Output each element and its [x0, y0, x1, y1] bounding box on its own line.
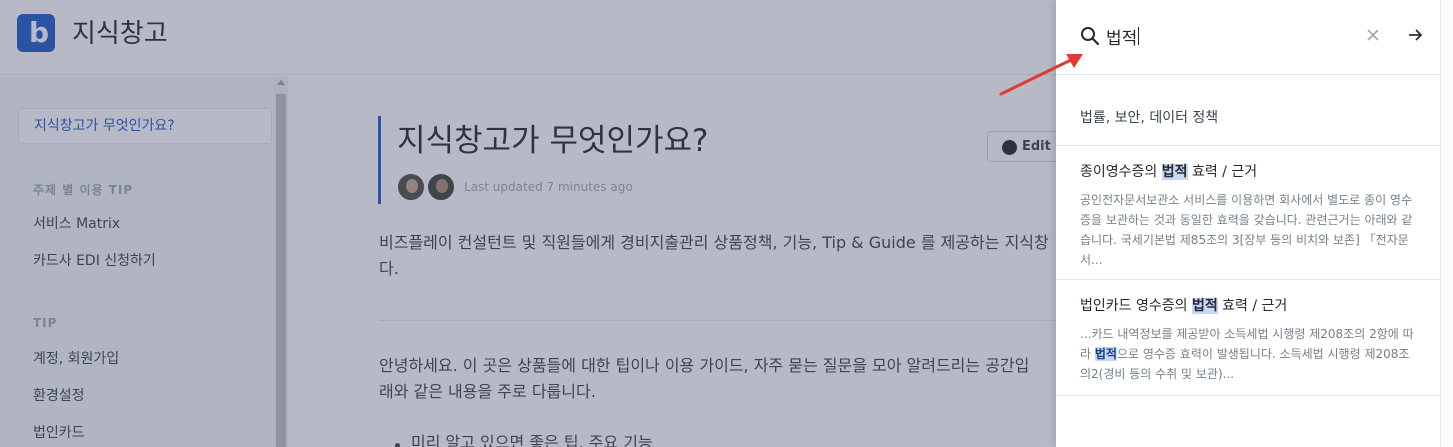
highlight-match: 법적 [1094, 347, 1117, 361]
search-result-item[interactable]: 종이영수증의 법적 효력 / 근거 공인전자문서보관소 서비스를 이용하면 회사… [1056, 146, 1440, 280]
highlight-match: 법적 [1191, 298, 1218, 314]
clear-icon[interactable] [1364, 26, 1382, 44]
annotation-arrow-icon [999, 54, 1083, 96]
category-label: 법률, 보안, 데이터 정책 [1080, 110, 1219, 126]
text-caret [1138, 27, 1139, 45]
arrow-right-icon[interactable] [1406, 26, 1424, 44]
search-input[interactable] [1106, 22, 1356, 50]
search-result-item[interactable]: 법인카드 영수증의 법적 효력 / 근거 ...카드 내역정보를 제공받아 소득… [1056, 280, 1440, 396]
search-category-result[interactable]: 법률, 보안, 데이터 정책 [1056, 76, 1440, 146]
result-snippet: ...카드 내역정보를 제공받아 소득세법 시행령 제208조의 2항에 따라 … [1080, 327, 1414, 381]
result-title: 종이영수증의 법적 효력 / 근거 [1080, 164, 1258, 180]
result-snippet: 공인전자문서보관소 서비스를 이용하면 회사에서 별도로 종이 영수증을 보관하… [1080, 193, 1413, 267]
modal-backdrop[interactable] [0, 0, 1056, 447]
search-bar [1056, 0, 1440, 75]
result-title: 법인카드 영수증의 법적 효력 / 근거 [1080, 298, 1288, 314]
window-scrollbar-track[interactable] [1440, 0, 1453, 447]
search-icon [1081, 27, 1100, 46]
highlight-match: 법적 [1161, 164, 1188, 180]
search-panel: 법률, 보안, 데이터 정책 종이영수증의 법적 효력 / 근거 공인전자문서보… [1056, 0, 1440, 447]
